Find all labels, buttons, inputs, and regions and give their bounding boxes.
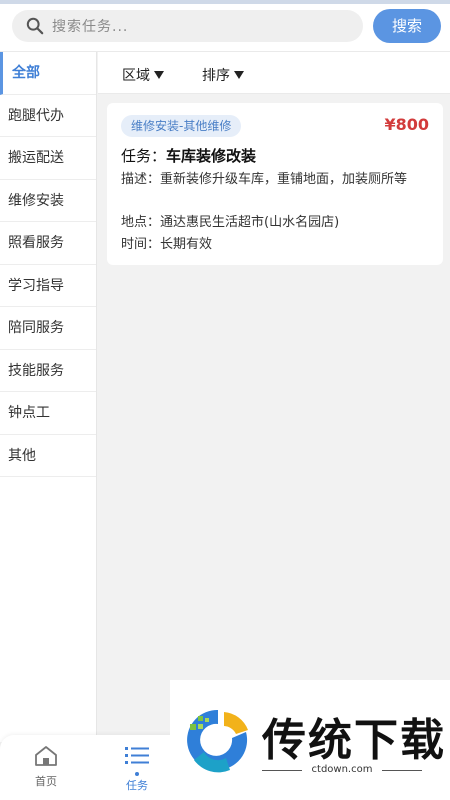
task-label: 任务：	[121, 147, 167, 165]
sort-filter[interactable]: 排序	[202, 65, 244, 85]
sidebar-item-moving[interactable]: 搬运配送	[0, 137, 96, 180]
watermark-text: 传统下载	[262, 715, 446, 766]
sidebar-item-companion[interactable]: 陪同服务	[0, 307, 96, 350]
nav-home[interactable]: 首页	[16, 745, 76, 789]
nav-home-label: 首页	[35, 775, 57, 788]
task-location: 地点：通达惠民生活超市(山水名园店)	[121, 215, 340, 230]
active-indicator-dot	[135, 772, 139, 776]
task-title-line: 任务：车库装修改装	[121, 145, 256, 166]
filter-bar: 区域 排序	[98, 52, 450, 94]
task-price: ¥800	[384, 115, 429, 134]
sidebar-item-all[interactable]: 全部	[0, 52, 96, 95]
region-filter[interactable]: 区域	[122, 65, 164, 85]
sidebar-item-care[interactable]: 照看服务	[0, 222, 96, 265]
triangle-down-icon	[234, 71, 244, 79]
task-time: 时间：长期有效	[121, 237, 213, 252]
category-tag: 维修安装-其他维修	[121, 115, 242, 137]
nav-tasks[interactable]: 任务	[107, 745, 167, 793]
sidebar-item-other[interactable]: 其他	[0, 435, 96, 477]
sort-filter-label: 排序	[202, 68, 230, 84]
region-filter-label: 区域	[122, 68, 150, 84]
watermark-logo-icon	[187, 709, 248, 773]
sidebar-item-hourly[interactable]: 钟点工	[0, 392, 96, 435]
search-button[interactable]: 搜索	[373, 9, 441, 43]
search-header: 搜索任务... 搜索	[0, 4, 450, 52]
sidebar-item-tutoring[interactable]: 学习指导	[0, 265, 96, 307]
task-title: 车库装修改装	[166, 147, 257, 165]
search-placeholder: 搜索任务...	[52, 19, 129, 35]
sidebar-item-errands[interactable]: 跑腿代办	[0, 95, 96, 137]
sidebar-item-skills[interactable]: 技能服务	[0, 350, 96, 392]
search-icon	[26, 17, 44, 35]
search-input[interactable]: 搜索任务...	[12, 10, 363, 42]
triangle-down-icon	[154, 71, 164, 79]
sidebar-item-repair[interactable]: 维修安装	[0, 180, 96, 222]
watermark-overlay: 传统下载 ctdown.com	[170, 680, 450, 800]
home-icon	[35, 746, 57, 766]
list-icon	[125, 747, 149, 764]
task-card[interactable]: 维修安装-其他维修 ¥800 任务：车库装修改装 描述：重新装修升级车库，重铺地…	[107, 103, 443, 265]
nav-tasks-label: 任务	[126, 779, 148, 792]
watermark-url: ctdown.com	[262, 764, 422, 775]
task-description: 描述：重新装修升级车库，重铺地面，加装厕所等	[121, 172, 408, 187]
category-sidebar: 全部 跑腿代办 搬运配送 维修安装 照看服务 学习指导 陪同服务 技能服务 钟点…	[0, 52, 97, 742]
